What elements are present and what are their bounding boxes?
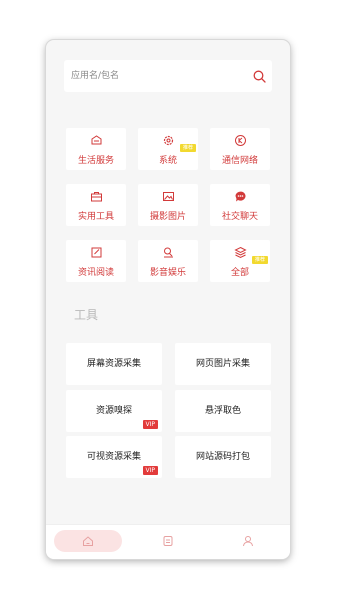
layers-icon	[234, 246, 247, 259]
tool-label: 悬浮取色	[204, 406, 241, 416]
tool-label: 网站源码打包	[195, 452, 250, 462]
tool-web-image-capture[interactable]: 网页图片采集	[175, 343, 271, 385]
tool-label: 资源嗅探	[95, 406, 132, 416]
home-icon	[83, 536, 93, 546]
category-network[interactable]: 通信网络	[210, 128, 270, 170]
phone-screen: 生活服务 推荐 系统 通信网络 实用工具 摄影图片	[46, 40, 290, 559]
toolbox-icon	[91, 192, 102, 202]
life-service-icon	[91, 135, 102, 145]
user-icon	[243, 536, 253, 547]
category-media[interactable]: 影音娱乐	[138, 240, 198, 282]
app-list-icon	[163, 536, 173, 546]
category-label: 社交聊天	[221, 212, 258, 222]
category-utility-tools[interactable]: 实用工具	[66, 184, 126, 226]
tool-screen-resource-capture[interactable]: 屏幕资源采集	[66, 343, 162, 385]
news-icon	[91, 247, 102, 258]
search-input[interactable]	[71, 60, 241, 92]
chat-icon	[235, 191, 246, 202]
category-label: 通信网络	[221, 156, 258, 166]
category-news[interactable]: 资讯阅读	[66, 240, 126, 282]
category-label: 实用工具	[77, 212, 114, 222]
recommend-tag: 推荐	[251, 256, 268, 264]
tab-home[interactable]	[54, 530, 122, 552]
category-system[interactable]: 推荐 系统	[138, 128, 198, 170]
category-social-chat[interactable]: 社交聊天	[210, 184, 270, 226]
media-icon	[164, 247, 173, 258]
tool-floating-color-picker[interactable]: 悬浮取色	[175, 390, 271, 432]
category-life-service[interactable]: 生活服务	[66, 128, 126, 170]
category-label: 生活服务	[77, 156, 114, 166]
search-bar[interactable]	[64, 60, 272, 92]
tool-visual-resource-capture[interactable]: 可视资源采集 VIP	[66, 436, 162, 478]
search-icon[interactable]	[253, 70, 266, 83]
tool-label: 网页图片采集	[195, 359, 250, 369]
category-photo[interactable]: 摄影图片	[138, 184, 198, 226]
category-label: 系统	[158, 156, 177, 166]
bottom-tab-bar	[46, 524, 290, 559]
category-all[interactable]: 推荐 全部	[210, 240, 270, 282]
recommend-tag: 推荐	[179, 144, 196, 152]
system-gear-icon	[163, 135, 174, 146]
tab-profile[interactable]	[226, 530, 270, 552]
vip-badge: VIP	[142, 466, 158, 475]
network-icon	[235, 135, 246, 146]
category-label: 资讯阅读	[77, 268, 114, 278]
image-icon	[163, 192, 174, 201]
tool-label: 可视资源采集	[86, 452, 141, 462]
tool-resource-sniffer[interactable]: 资源嗅探 VIP	[66, 390, 162, 432]
category-label: 摄影图片	[149, 212, 186, 222]
tab-apps[interactable]	[146, 530, 190, 552]
tool-label: 屏幕资源采集	[86, 359, 141, 369]
category-label: 全部	[230, 268, 249, 278]
tool-website-source-pack[interactable]: 网站源码打包	[175, 436, 271, 478]
vip-badge: VIP	[142, 420, 158, 429]
category-label: 影音娱乐	[149, 268, 186, 278]
tools-section-title: 工具	[74, 308, 99, 322]
